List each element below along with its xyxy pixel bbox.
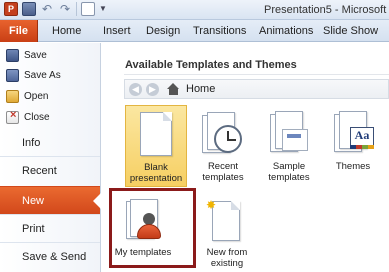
backstage-nav: Save Save As Open Close Info Recent New …	[0, 43, 101, 272]
tab-slide-show[interactable]: Slide Show	[323, 25, 378, 37]
quick-access-toolbar: P ↶ ↷ ▼	[4, 2, 107, 16]
nav-recent[interactable]: Recent	[0, 156, 100, 184]
clock-icon	[198, 111, 248, 157]
save-icon	[6, 48, 19, 62]
recent-templates-tile[interactable]: Recent templates	[192, 105, 254, 187]
template-breadcrumb: ◀ ▶ Home	[124, 79, 389, 99]
heading-divider	[124, 74, 389, 75]
nav-print[interactable]: Print	[0, 214, 100, 242]
window-title: Presentation5 - Microsoft Po	[264, 4, 389, 16]
open-command[interactable]: Open	[6, 88, 48, 104]
nav-new[interactable]: New	[0, 186, 101, 214]
themes-label: Themes	[335, 161, 371, 172]
selected-tile-highlight	[109, 188, 196, 268]
blank-presentation-label: Blank presentation	[129, 162, 183, 184]
nav-info[interactable]: Info	[0, 128, 100, 156]
save-command[interactable]: Save	[6, 47, 47, 63]
close-document-icon	[6, 109, 19, 124]
folder-open-icon	[6, 89, 19, 103]
save-as-icon	[6, 68, 19, 82]
themes-tile[interactable]: Aa Themes	[322, 105, 384, 187]
ribbon-tabs: File Home Insert Design Transitions Anim…	[0, 20, 389, 42]
new-from-existing-tile[interactable]: ✸ New from existing	[196, 193, 258, 269]
new-from-existing-label: New from existing	[206, 247, 248, 269]
undo-icon[interactable]: ↶	[40, 2, 54, 16]
title-bar: P ↶ ↷ ▼ Presentation5 - Microsoft Po	[0, 0, 389, 20]
save-label: Save	[24, 49, 47, 61]
new-from-existing-icon: ✸	[202, 199, 252, 243]
tab-design[interactable]: Design	[146, 25, 180, 37]
sample-templates-tile[interactable]: Sample templates	[258, 105, 320, 187]
blank-presentation-tile[interactable]: Blank presentation	[125, 105, 187, 187]
save-icon[interactable]	[22, 2, 36, 16]
tab-home[interactable]: Home	[52, 25, 81, 37]
sample-templates-icon	[264, 111, 314, 157]
sparkle-icon: ✸	[206, 198, 217, 212]
tab-file[interactable]: File	[0, 20, 38, 42]
nav-save-and-send[interactable]: Save & Send	[0, 242, 100, 270]
sample-templates-label: Sample templates	[268, 161, 310, 183]
close-label: Close	[24, 111, 50, 123]
toolbar-divider	[76, 2, 77, 16]
tab-insert[interactable]: Insert	[103, 25, 131, 37]
section-heading: Available Templates and Themes	[125, 59, 297, 71]
breadcrumb-home[interactable]: Home	[186, 83, 215, 95]
customize-toolbar-dropdown-icon[interactable]: ▼	[99, 2, 107, 16]
save-as-label: Save As	[24, 69, 61, 81]
close-command[interactable]: Close	[6, 109, 50, 125]
back-arrow-icon[interactable]: ◀	[129, 82, 142, 96]
tab-animations[interactable]: Animations	[259, 25, 313, 37]
forward-arrow-icon[interactable]: ▶	[146, 82, 159, 96]
save-as-command[interactable]: Save As	[6, 67, 61, 83]
themes-icon: Aa	[328, 111, 378, 157]
open-label: Open	[24, 90, 49, 102]
redo-icon[interactable]: ↷	[58, 2, 72, 16]
powerpoint-app-icon[interactable]: P	[4, 2, 18, 16]
tab-transitions[interactable]: Transitions	[193, 25, 246, 37]
recent-templates-label: Recent templates	[202, 161, 244, 183]
home-icon[interactable]	[167, 83, 180, 95]
blank-page-icon	[136, 112, 176, 158]
new-document-icon[interactable]	[81, 2, 95, 16]
